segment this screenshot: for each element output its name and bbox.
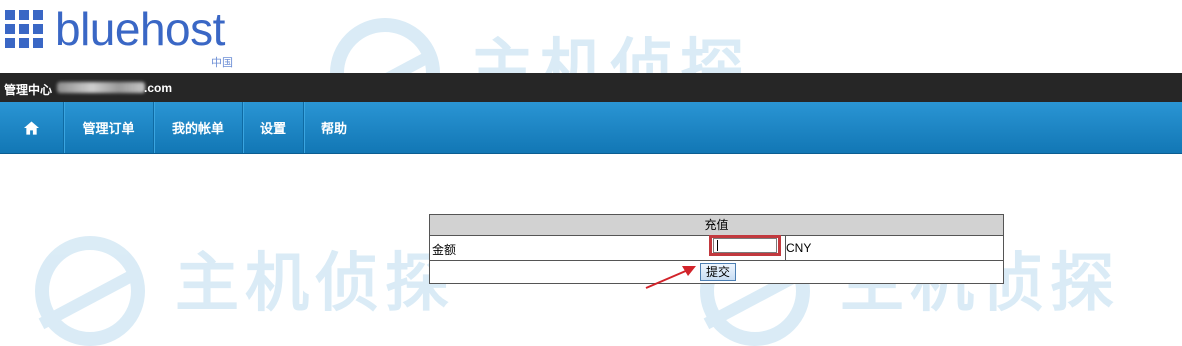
amount-input[interactable] (713, 238, 777, 253)
nav-manage-orders[interactable]: 管理订单 (64, 102, 154, 153)
account-domain-suffix: .com (144, 81, 173, 95)
logo-region: 中国 (211, 56, 233, 69)
watermark-bottom-left: 主机侦探 (25, 228, 449, 346)
main-nav: 管理订单 我的帐单 设置 帮助 (0, 102, 1182, 154)
watermark-globe-icon (35, 236, 145, 346)
home-icon (24, 120, 39, 135)
annotation-arrow-icon (645, 266, 696, 289)
account-center-label: 管理中心 (4, 83, 53, 97)
nav-settings[interactable]: 设置 (243, 102, 304, 153)
nav-help[interactable]: 帮助 (304, 102, 364, 153)
logo-grid-icon (5, 10, 43, 48)
text-caret (717, 240, 718, 251)
watermark-text: 主机侦探 (175, 247, 455, 321)
amount-label: 金额 (432, 243, 457, 257)
nav-my-bills[interactable]: 我的帐单 (154, 102, 243, 153)
recharge-form-title: 充值 (430, 215, 1003, 236)
submit-button[interactable]: 提交 (700, 263, 736, 281)
nav-home[interactable] (0, 102, 64, 153)
account-bar: 管理中心 .com (0, 73, 1182, 102)
currency-label: CNY (786, 241, 812, 255)
logo-wordmark: bluehost (55, 3, 225, 55)
recharge-form: 充值 金额 CNY 提交 (429, 214, 1004, 284)
bluehost-logo[interactable]: bluehost 中国 (5, 3, 265, 69)
account-domain-redacted (57, 82, 145, 93)
amount-row: 金额 CNY (430, 235, 1003, 261)
